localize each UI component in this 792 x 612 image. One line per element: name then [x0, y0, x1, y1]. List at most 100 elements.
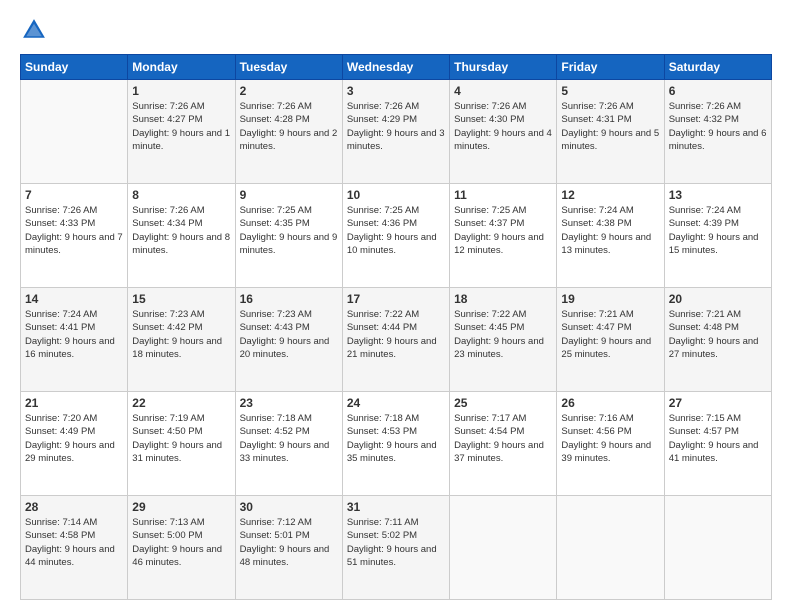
day-number: 2 [240, 84, 338, 98]
day-info: Sunrise: 7:26 AM Sunset: 4:33 PM Dayligh… [25, 204, 123, 257]
weekday-header: Friday [557, 55, 664, 80]
day-info: Sunrise: 7:22 AM Sunset: 4:44 PM Dayligh… [347, 308, 445, 361]
day-cell: 3 Sunrise: 7:26 AM Sunset: 4:29 PM Dayli… [342, 80, 449, 184]
day-info: Sunrise: 7:26 AM Sunset: 4:32 PM Dayligh… [669, 100, 767, 153]
logo [20, 16, 52, 44]
day-cell: 22 Sunrise: 7:19 AM Sunset: 4:50 PM Dayl… [128, 392, 235, 496]
day-number: 8 [132, 188, 230, 202]
day-info: Sunrise: 7:18 AM Sunset: 4:53 PM Dayligh… [347, 412, 445, 465]
day-info: Sunrise: 7:24 AM Sunset: 4:39 PM Dayligh… [669, 204, 767, 257]
day-cell: 2 Sunrise: 7:26 AM Sunset: 4:28 PM Dayli… [235, 80, 342, 184]
day-cell: 6 Sunrise: 7:26 AM Sunset: 4:32 PM Dayli… [664, 80, 771, 184]
day-info: Sunrise: 7:22 AM Sunset: 4:45 PM Dayligh… [454, 308, 552, 361]
day-cell: 26 Sunrise: 7:16 AM Sunset: 4:56 PM Dayl… [557, 392, 664, 496]
day-number: 22 [132, 396, 230, 410]
day-cell: 9 Sunrise: 7:25 AM Sunset: 4:35 PM Dayli… [235, 184, 342, 288]
header [20, 16, 772, 44]
day-info: Sunrise: 7:18 AM Sunset: 4:52 PM Dayligh… [240, 412, 338, 465]
day-info: Sunrise: 7:25 AM Sunset: 4:37 PM Dayligh… [454, 204, 552, 257]
day-number: 16 [240, 292, 338, 306]
day-number: 17 [347, 292, 445, 306]
weekday-header: Wednesday [342, 55, 449, 80]
day-info: Sunrise: 7:14 AM Sunset: 4:58 PM Dayligh… [25, 516, 123, 569]
day-number: 24 [347, 396, 445, 410]
day-info: Sunrise: 7:24 AM Sunset: 4:41 PM Dayligh… [25, 308, 123, 361]
day-number: 7 [25, 188, 123, 202]
day-info: Sunrise: 7:26 AM Sunset: 4:28 PM Dayligh… [240, 100, 338, 153]
day-info: Sunrise: 7:26 AM Sunset: 4:34 PM Dayligh… [132, 204, 230, 257]
page: SundayMondayTuesdayWednesdayThursdayFrid… [0, 0, 792, 612]
weekday-header: Tuesday [235, 55, 342, 80]
day-info: Sunrise: 7:26 AM Sunset: 4:31 PM Dayligh… [561, 100, 659, 153]
day-cell: 28 Sunrise: 7:14 AM Sunset: 4:58 PM Dayl… [21, 496, 128, 600]
day-cell: 7 Sunrise: 7:26 AM Sunset: 4:33 PM Dayli… [21, 184, 128, 288]
day-cell: 12 Sunrise: 7:24 AM Sunset: 4:38 PM Dayl… [557, 184, 664, 288]
day-cell: 10 Sunrise: 7:25 AM Sunset: 4:36 PM Dayl… [342, 184, 449, 288]
day-info: Sunrise: 7:24 AM Sunset: 4:38 PM Dayligh… [561, 204, 659, 257]
day-cell [557, 496, 664, 600]
day-number: 30 [240, 500, 338, 514]
week-row: 7 Sunrise: 7:26 AM Sunset: 4:33 PM Dayli… [21, 184, 772, 288]
day-cell: 21 Sunrise: 7:20 AM Sunset: 4:49 PM Dayl… [21, 392, 128, 496]
day-info: Sunrise: 7:21 AM Sunset: 4:47 PM Dayligh… [561, 308, 659, 361]
day-number: 9 [240, 188, 338, 202]
weekday-header: Saturday [664, 55, 771, 80]
day-number: 3 [347, 84, 445, 98]
day-info: Sunrise: 7:20 AM Sunset: 4:49 PM Dayligh… [25, 412, 123, 465]
day-cell: 27 Sunrise: 7:15 AM Sunset: 4:57 PM Dayl… [664, 392, 771, 496]
day-cell [21, 80, 128, 184]
weekday-header: Monday [128, 55, 235, 80]
weekday-header: Sunday [21, 55, 128, 80]
day-cell [450, 496, 557, 600]
day-info: Sunrise: 7:25 AM Sunset: 4:35 PM Dayligh… [240, 204, 338, 257]
week-row: 1 Sunrise: 7:26 AM Sunset: 4:27 PM Dayli… [21, 80, 772, 184]
day-info: Sunrise: 7:19 AM Sunset: 4:50 PM Dayligh… [132, 412, 230, 465]
day-cell: 5 Sunrise: 7:26 AM Sunset: 4:31 PM Dayli… [557, 80, 664, 184]
day-cell: 4 Sunrise: 7:26 AM Sunset: 4:30 PM Dayli… [450, 80, 557, 184]
day-cell: 14 Sunrise: 7:24 AM Sunset: 4:41 PM Dayl… [21, 288, 128, 392]
day-cell: 1 Sunrise: 7:26 AM Sunset: 4:27 PM Dayli… [128, 80, 235, 184]
day-cell: 13 Sunrise: 7:24 AM Sunset: 4:39 PM Dayl… [664, 184, 771, 288]
day-number: 20 [669, 292, 767, 306]
day-number: 31 [347, 500, 445, 514]
day-cell: 18 Sunrise: 7:22 AM Sunset: 4:45 PM Dayl… [450, 288, 557, 392]
day-number: 28 [25, 500, 123, 514]
logo-icon [20, 16, 48, 44]
week-row: 21 Sunrise: 7:20 AM Sunset: 4:49 PM Dayl… [21, 392, 772, 496]
day-cell: 29 Sunrise: 7:13 AM Sunset: 5:00 PM Dayl… [128, 496, 235, 600]
day-cell: 24 Sunrise: 7:18 AM Sunset: 4:53 PM Dayl… [342, 392, 449, 496]
day-info: Sunrise: 7:23 AM Sunset: 4:42 PM Dayligh… [132, 308, 230, 361]
day-cell: 19 Sunrise: 7:21 AM Sunset: 4:47 PM Dayl… [557, 288, 664, 392]
day-number: 26 [561, 396, 659, 410]
day-info: Sunrise: 7:15 AM Sunset: 4:57 PM Dayligh… [669, 412, 767, 465]
day-number: 11 [454, 188, 552, 202]
day-number: 14 [25, 292, 123, 306]
day-cell: 20 Sunrise: 7:21 AM Sunset: 4:48 PM Dayl… [664, 288, 771, 392]
day-cell: 25 Sunrise: 7:17 AM Sunset: 4:54 PM Dayl… [450, 392, 557, 496]
day-number: 6 [669, 84, 767, 98]
day-info: Sunrise: 7:17 AM Sunset: 4:54 PM Dayligh… [454, 412, 552, 465]
day-cell: 11 Sunrise: 7:25 AM Sunset: 4:37 PM Dayl… [450, 184, 557, 288]
day-number: 13 [669, 188, 767, 202]
day-number: 4 [454, 84, 552, 98]
weekday-header-row: SundayMondayTuesdayWednesdayThursdayFrid… [21, 55, 772, 80]
day-number: 1 [132, 84, 230, 98]
week-row: 14 Sunrise: 7:24 AM Sunset: 4:41 PM Dayl… [21, 288, 772, 392]
day-info: Sunrise: 7:21 AM Sunset: 4:48 PM Dayligh… [669, 308, 767, 361]
day-info: Sunrise: 7:11 AM Sunset: 5:02 PM Dayligh… [347, 516, 445, 569]
day-info: Sunrise: 7:26 AM Sunset: 4:29 PM Dayligh… [347, 100, 445, 153]
day-cell [664, 496, 771, 600]
day-info: Sunrise: 7:23 AM Sunset: 4:43 PM Dayligh… [240, 308, 338, 361]
day-number: 15 [132, 292, 230, 306]
day-number: 23 [240, 396, 338, 410]
week-row: 28 Sunrise: 7:14 AM Sunset: 4:58 PM Dayl… [21, 496, 772, 600]
day-info: Sunrise: 7:16 AM Sunset: 4:56 PM Dayligh… [561, 412, 659, 465]
day-cell: 15 Sunrise: 7:23 AM Sunset: 4:42 PM Dayl… [128, 288, 235, 392]
day-number: 12 [561, 188, 659, 202]
day-number: 18 [454, 292, 552, 306]
day-info: Sunrise: 7:13 AM Sunset: 5:00 PM Dayligh… [132, 516, 230, 569]
day-info: Sunrise: 7:26 AM Sunset: 4:27 PM Dayligh… [132, 100, 230, 153]
weekday-header: Thursday [450, 55, 557, 80]
day-cell: 16 Sunrise: 7:23 AM Sunset: 4:43 PM Dayl… [235, 288, 342, 392]
day-number: 19 [561, 292, 659, 306]
